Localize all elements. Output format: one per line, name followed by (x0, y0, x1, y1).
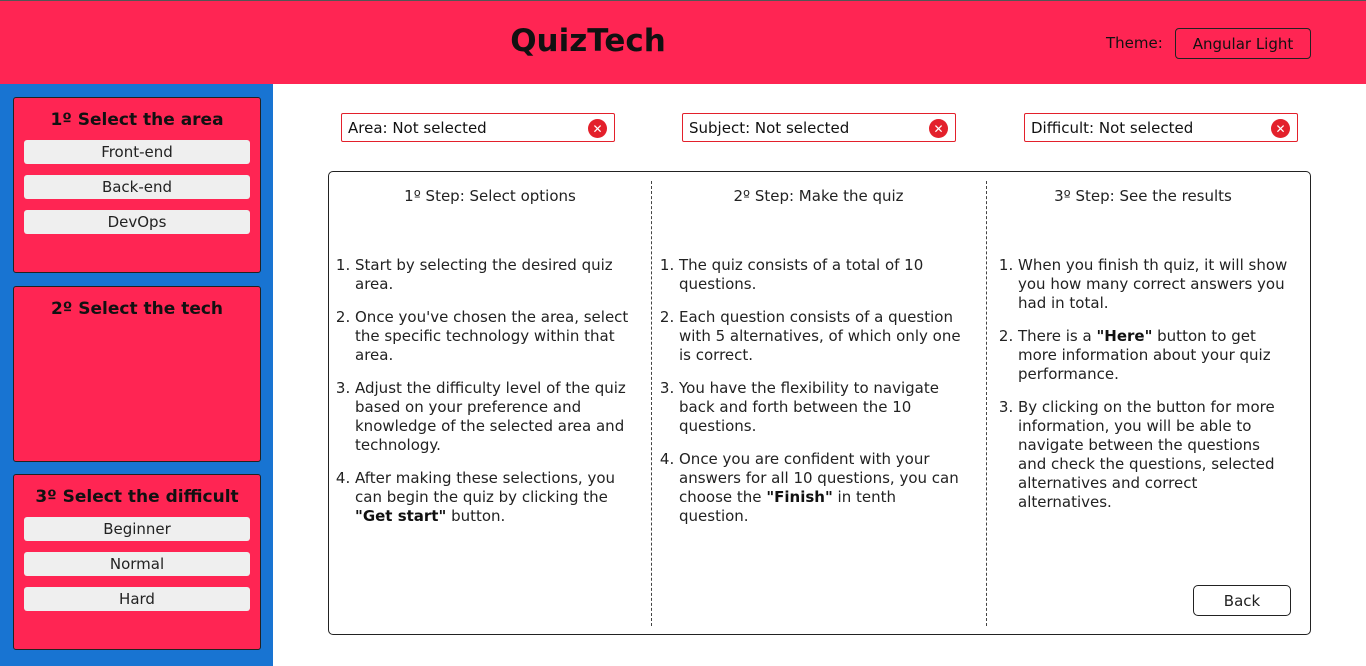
step2-list: The quiz consists of a total of 10 quest… (661, 256, 961, 540)
close-icon[interactable]: ✕ (929, 119, 948, 138)
theme-toggle-button[interactable]: Angular Light (1175, 28, 1311, 59)
difficult-filter-chip: Difficult: Not selected ✕ (1024, 113, 1298, 142)
area-filter-label: Area: Not selected (348, 119, 487, 137)
list-item: Adjust the difficulty level of the quiz … (355, 379, 643, 455)
app-title: QuizTech (510, 23, 666, 59)
subject-filter-label: Subject: Not selected (689, 119, 850, 137)
instructions-box: 1º Step: Select options 2º Step: Make th… (328, 171, 1311, 635)
difficulty-option-hard[interactable]: Hard (24, 587, 250, 611)
subject-filter-chip: Subject: Not selected ✕ (682, 113, 956, 142)
select-area-title: 1º Select the area (50, 110, 224, 130)
list-item: Once you've chosen the area, select the … (355, 308, 643, 365)
column-divider (986, 181, 987, 626)
select-tech-panel: 2º Select the tech (13, 286, 261, 462)
close-icon[interactable]: ✕ (588, 119, 607, 138)
theme-label: Theme: (1106, 34, 1163, 52)
sidebar: 1º Select the area Front-end Back-end De… (0, 84, 273, 666)
select-difficulty-panel: 3º Select the difficult Beginner Normal … (13, 474, 261, 650)
step3-title: 3º Step: See the results (1054, 187, 1232, 205)
step3-list: When you finish th quiz, it will show yo… (1000, 256, 1290, 526)
list-item: There is a "Here" button to get more inf… (1018, 327, 1290, 384)
list-item: You have the flexibility to navigate bac… (679, 379, 961, 436)
app-header: QuizTech Theme: Angular Light (0, 0, 1366, 84)
difficult-filter-label: Difficult: Not selected (1031, 119, 1194, 137)
step1-title: 1º Step: Select options (404, 187, 576, 205)
area-option-backend[interactable]: Back-end (24, 175, 250, 199)
column-divider (651, 181, 652, 626)
select-tech-title: 2º Select the tech (50, 299, 224, 319)
list-item: The quiz consists of a total of 10 quest… (679, 256, 961, 294)
difficulty-option-normal[interactable]: Normal (24, 552, 250, 576)
list-item: After making these selections, you can b… (355, 469, 643, 526)
list-item: Each question consists of a question wit… (679, 308, 961, 365)
select-difficulty-title: 3º Select the difficult (35, 487, 239, 507)
step1-list: Start by selecting the desired quiz area… (337, 256, 643, 540)
back-button[interactable]: Back (1193, 585, 1291, 616)
step2-title: 2º Step: Make the quiz (733, 187, 904, 205)
select-area-panel: 1º Select the area Front-end Back-end De… (13, 97, 261, 273)
list-item: Start by selecting the desired quiz area… (355, 256, 643, 294)
area-option-devops[interactable]: DevOps (24, 210, 250, 234)
list-item: By clicking on the button for more infor… (1018, 398, 1290, 512)
difficulty-option-beginner[interactable]: Beginner (24, 517, 250, 541)
list-item: Once you are confident with your answers… (679, 450, 961, 526)
list-item: When you finish th quiz, it will show yo… (1018, 256, 1290, 313)
area-filter-chip: Area: Not selected ✕ (341, 113, 615, 142)
area-option-frontend[interactable]: Front-end (24, 140, 250, 164)
close-icon[interactable]: ✕ (1271, 119, 1290, 138)
